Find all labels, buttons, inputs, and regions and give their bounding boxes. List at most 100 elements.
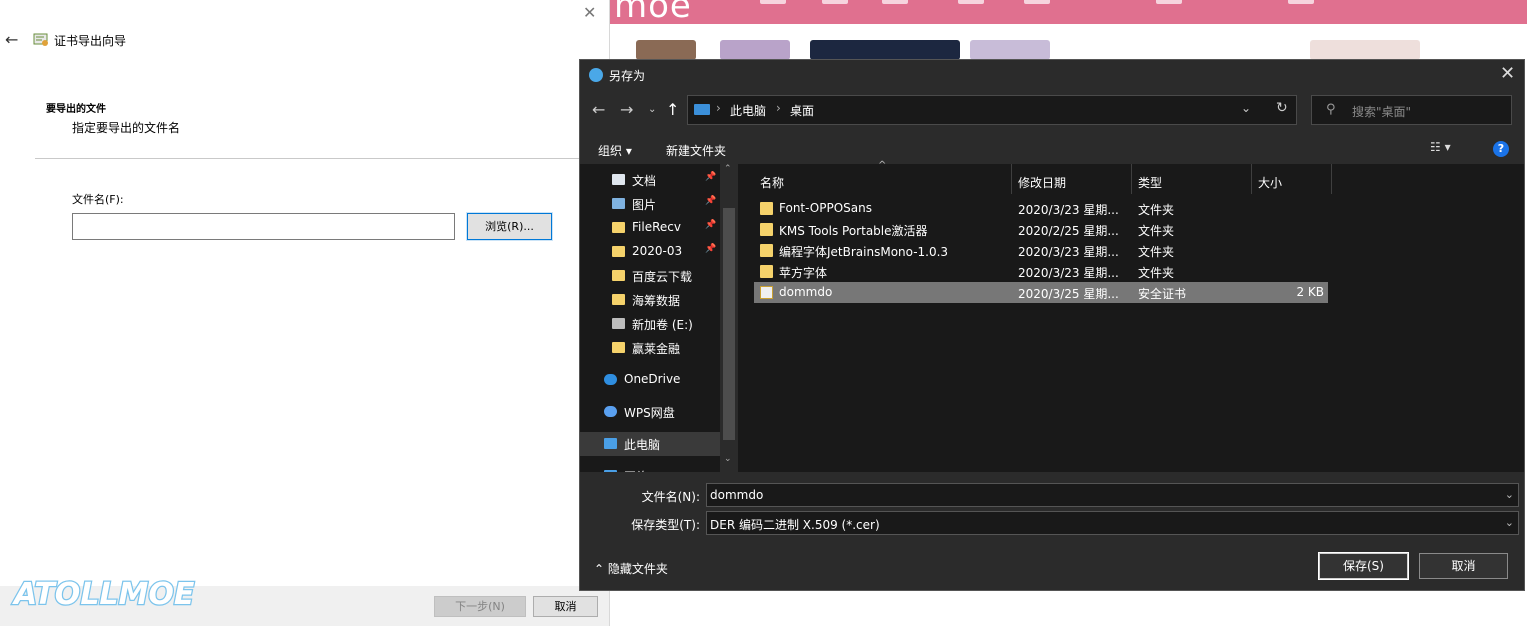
nav-item[interactable]: 2020-03 📌 — [580, 240, 720, 264]
chevron-up-icon: ⌃ — [594, 562, 605, 576]
folder-icon — [760, 265, 773, 278]
breadcrumb-desktop[interactable]: 桌面 — [790, 102, 814, 119]
nav-item-label: 文档 — [632, 174, 657, 188]
app-icon — [589, 68, 603, 82]
divider — [35, 158, 609, 159]
file-name: KMS Tools Portable激活器 — [779, 224, 928, 238]
back-arrow-icon[interactable]: ← — [5, 30, 18, 49]
close-icon[interactable]: ✕ — [583, 3, 596, 22]
filetype-select[interactable]: DER 编码二进制 X.509 (*.cer) ⌄ — [706, 511, 1519, 535]
site-header: moe — [610, 0, 1527, 26]
scrollbar-thumb[interactable] — [723, 208, 735, 440]
column-type[interactable]: 类型 — [1132, 164, 1252, 194]
file-row[interactable]: Font-OPPOSans 2020/3/23 星期... 文件夹 — [754, 198, 1328, 219]
chevron-down-icon[interactable]: ⌄ — [1241, 101, 1251, 115]
save-button[interactable]: 保存(S) — [1318, 552, 1409, 580]
column-size[interactable]: 大小 — [1252, 164, 1332, 194]
chevron-down-icon[interactable]: ⌄ — [1505, 516, 1514, 529]
nav-item[interactable]: 此电脑 — [580, 432, 720, 456]
chevron-right-icon[interactable]: › — [716, 101, 721, 115]
nav-item[interactable]: 图片 📌 — [580, 192, 720, 216]
file-name: 编程字体JetBrainsMono-1.0.3 — [779, 245, 949, 259]
nav-item[interactable]: 海筹数据 — [580, 288, 720, 312]
browse-button[interactable]: 浏览(R)... — [466, 212, 553, 241]
back-arrow-icon[interactable]: ← — [592, 100, 605, 119]
nav-item-label: 百度云下载 — [632, 270, 693, 284]
nav-item[interactable]: 网络 — [580, 464, 720, 472]
nav-item[interactable]: 新加卷 (E:) — [580, 312, 720, 336]
column-size-label: 大小 — [1258, 176, 1283, 190]
nav-item[interactable]: 百度云下载 — [580, 264, 720, 288]
site-nav-item[interactable] — [882, 0, 908, 4]
file-row[interactable]: KMS Tools Portable激活器 2020/2/25 星期... 文件夹 — [754, 219, 1328, 240]
column-date[interactable]: 修改日期 — [1012, 164, 1132, 194]
site-nav-item[interactable] — [1024, 0, 1050, 4]
site-thumbnail[interactable] — [970, 40, 1050, 60]
site-thumbnail[interactable] — [810, 40, 960, 60]
navigation-pane: 文档 📌 图片 📌 FileRecv 📌 2020-03 📌 百度云下载 海筹数据 新加卷 (E:)… — [580, 164, 738, 472]
search-box[interactable]: ⚲ 搜索"桌面" — [1311, 95, 1512, 125]
filename-input[interactable]: dommdo ⌄ — [706, 483, 1519, 507]
site-nav-item[interactable] — [822, 0, 848, 4]
close-icon[interactable]: ✕ — [1500, 63, 1515, 84]
cancel-button[interactable]: 取消 — [1419, 553, 1508, 579]
nav-item-label: FileRecv — [632, 220, 681, 234]
refresh-icon[interactable]: ↻ — [1276, 100, 1288, 116]
up-arrow-icon[interactable]: ↑ — [666, 100, 679, 119]
chevron-right-icon[interactable]: › — [776, 101, 781, 115]
folder-icon — [612, 342, 625, 353]
file-type: 文件夹 — [1138, 203, 1175, 217]
nav-item-label: 海筹数据 — [632, 294, 681, 308]
file-type: 文件夹 — [1138, 245, 1175, 259]
new-folder-button[interactable]: 新建文件夹 — [666, 142, 726, 159]
nav-item[interactable]: 赢莱金融 — [580, 336, 720, 360]
file-date: 2020/3/23 星期... — [1018, 266, 1119, 280]
site-thumbnail[interactable] — [720, 40, 790, 60]
nav-item[interactable]: WPS网盘 — [580, 400, 720, 424]
nav-scrollbar[interactable]: ⌃ ⌄ — [720, 164, 738, 472]
nav-item[interactable]: FileRecv 📌 — [580, 216, 720, 240]
hide-folders-toggle[interactable]: ⌃ 隐藏文件夹 — [594, 560, 668, 577]
site-nav-item[interactable] — [1288, 0, 1314, 4]
folder-icon — [760, 223, 773, 236]
pin-icon: 📌 — [705, 196, 717, 206]
file-row[interactable]: 编程字体JetBrainsMono-1.0.3 2020/3/23 星期... 文件… — [754, 240, 1328, 261]
folder-icon — [612, 270, 625, 281]
site-thumbnail[interactable] — [636, 40, 696, 60]
site-logo: moe — [614, 0, 692, 26]
view-options-icon[interactable]: ☷ ▾ — [1430, 140, 1451, 154]
file-name-input[interactable] — [72, 213, 455, 240]
site-nav-item[interactable] — [1156, 0, 1182, 4]
help-icon[interactable]: ? — [1493, 141, 1509, 157]
recent-locations-chevron-icon[interactable]: ⌄ — [648, 104, 656, 115]
scroll-up-icon[interactable]: ⌃ — [724, 164, 732, 174]
file-name: dommdo — [779, 285, 833, 299]
pin-icon: 📌 — [705, 220, 717, 230]
nav-item[interactable]: OneDrive — [580, 368, 720, 392]
folder-icon — [612, 222, 625, 233]
computer-icon — [604, 438, 617, 449]
file-row[interactable]: 苹方字体 2020/3/23 星期... 文件夹 — [754, 261, 1328, 282]
file-row[interactable]: dommdo 2020/3/25 星期... 安全证书 2 KB — [754, 282, 1328, 303]
svg-text:ATOLLMOE: ATOLLMOE — [12, 577, 195, 612]
file-date: 2020/3/25 星期... — [1018, 287, 1119, 301]
cancel-button[interactable]: 取消 — [533, 596, 598, 617]
next-button[interactable]: 下一步(N) — [434, 596, 526, 617]
forward-arrow-icon[interactable]: → — [620, 100, 633, 119]
column-date-label: 修改日期 — [1018, 176, 1067, 190]
site-thumbnail[interactable] — [1310, 40, 1420, 60]
address-bar[interactable]: › 此电脑 › 桌面 ⌄ ↻ — [687, 95, 1297, 125]
site-nav-item[interactable] — [760, 0, 786, 4]
folder-icon — [760, 244, 773, 257]
column-type-label: 类型 — [1138, 176, 1163, 190]
sort-up-icon: ^ — [878, 160, 887, 171]
organize-menu[interactable]: 组织 ▾ — [598, 142, 632, 159]
site-nav-item[interactable] — [958, 0, 984, 4]
breadcrumb-this-pc[interactable]: 此电脑 — [730, 102, 766, 119]
chevron-down-icon[interactable]: ⌄ — [1505, 488, 1514, 501]
folder-icon — [760, 202, 773, 215]
scroll-down-icon[interactable]: ⌄ — [724, 454, 732, 464]
filetype-value: DER 编码二进制 X.509 (*.cer) — [710, 518, 880, 532]
file-size: 2 KB — [1296, 285, 1324, 299]
nav-item[interactable]: 文档 📌 — [580, 168, 720, 192]
